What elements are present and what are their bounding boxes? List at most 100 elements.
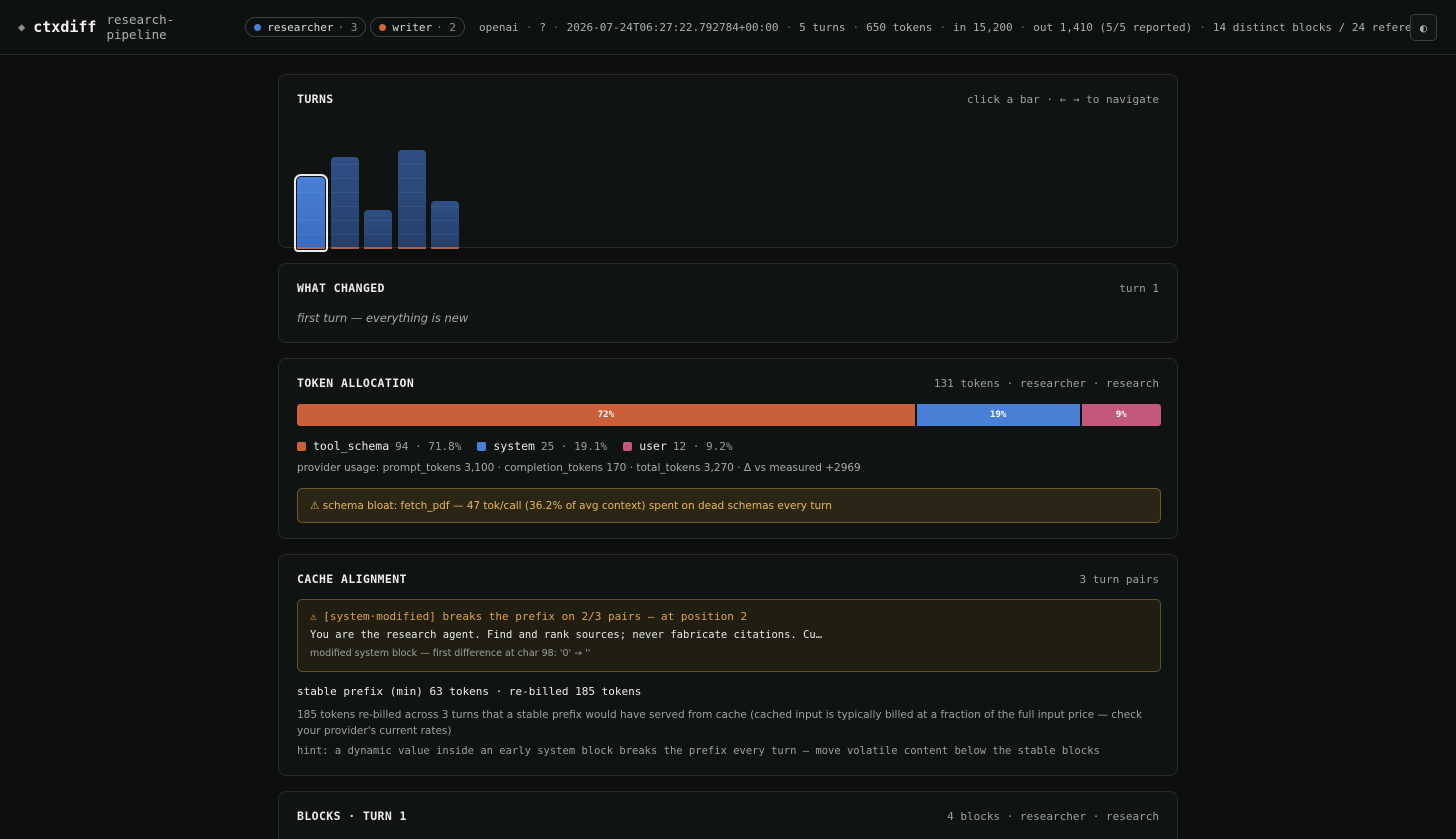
run-meta: openai · ? · 2026-07-24T06:27:22.792784+00…	[479, 20, 1438, 34]
app-name: ctxdiff	[33, 18, 97, 36]
provider: openai	[479, 20, 519, 34]
legend-name: system	[493, 439, 535, 453]
turn-bar-2[interactable]	[330, 157, 359, 249]
bar-segment-line	[397, 178, 426, 179]
bar-segment-line	[397, 164, 426, 165]
turns-bar-chart	[294, 129, 497, 252]
bar-segment-line	[397, 220, 426, 221]
blocks-panel: BLOCKS · TURN 1 4 blocks · researcher · …	[278, 791, 1178, 839]
agent-count: · 2	[436, 20, 456, 34]
bar-segment-line	[297, 192, 325, 193]
project-name: research-pipeline	[106, 12, 175, 42]
color-swatch	[477, 441, 487, 451]
warning-title: ⚠ [system·modified] breaks the prefix on…	[310, 610, 748, 623]
segment-label: 19%	[990, 410, 1007, 420]
token-allocation-panel: TOKEN ALLOCATION 131 tokens · researcher…	[278, 358, 1178, 539]
timestamp: 2026-07-24T06:27:22.792784+00:00	[566, 20, 779, 34]
block-stats: 14 distinct blocks / 24 references	[1212, 20, 1438, 34]
bar-segment-line	[364, 234, 392, 235]
legend-name: user	[639, 439, 667, 453]
turn-bar-5[interactable]	[431, 201, 459, 249]
bar-base-stripe	[364, 247, 392, 249]
bar-segment-line	[364, 220, 392, 221]
bar-base-stripe	[330, 247, 359, 249]
bar-segment-line	[397, 192, 426, 193]
legend-stats: 12 · 9.2%	[672, 439, 733, 453]
bar-segment-line	[330, 220, 359, 221]
panel-title: BLOCKS · TURN 1	[297, 809, 407, 823]
block-preview: You are the research agent. Find and ran…	[310, 629, 823, 641]
legend-item-system: system 25 · 19.1%	[477, 439, 607, 453]
warning-text: ⚠ schema bloat: fetch_pdf — 47 tok/call …	[310, 499, 832, 512]
cache-hint: hint: a dynamic value inside an early sy…	[297, 745, 1100, 757]
turn-bar-1[interactable]	[294, 174, 328, 252]
agent-name: writer	[392, 20, 433, 34]
bar-segment-line	[297, 206, 325, 207]
bar-segment-line	[297, 234, 325, 235]
stable-prefix-stat: stable prefix (min) 63 tokens · re-bille…	[297, 685, 642, 698]
agent-dot-icon	[379, 23, 387, 31]
segment-tool-schema[interactable]: 72%	[297, 404, 917, 426]
legend-item-tool-schema: tool_schema 94 · 71.8%	[297, 439, 461, 453]
input-tokens: in 15,200	[953, 20, 1013, 34]
segment-label: 9%	[1115, 410, 1127, 420]
output-tokens: out 1,410 (5/5 reported)	[1033, 20, 1193, 34]
prefix-break-warning: ⚠ [system·modified] breaks the prefix on…	[297, 599, 1161, 672]
turns-panel: TURNS click a bar · ← → to navigate	[278, 74, 1178, 252]
agent-name: researcher	[267, 20, 334, 34]
cache-alignment-panel: CACHE ALIGNMENT 3 turn pairs ⚠ [system·m…	[278, 554, 1178, 776]
segment-user[interactable]: 9%	[1081, 404, 1161, 426]
color-swatch	[297, 441, 306, 451]
agent-dot-icon	[254, 23, 262, 31]
what-changed-panel: WHAT CHANGED turn 1 first turn — everyth…	[278, 263, 1178, 343]
diamond-logo-icon: ◆	[18, 20, 26, 34]
turn-label: turn 1	[1119, 282, 1159, 295]
half-circle-icon: ◐	[1419, 20, 1428, 35]
agent-pill-researcher[interactable]: researcher · 3	[245, 17, 367, 37]
theme-toggle-button[interactable]: ◐	[1410, 14, 1437, 41]
turns-hint: click a bar · ← → to navigate	[966, 93, 1159, 106]
bar-segment-line	[330, 192, 359, 193]
agent-pill-writer[interactable]: writer · 2	[370, 17, 465, 37]
agent-count: · 3	[337, 20, 358, 34]
top-bar: ◆ ctxdiff research-pipeline researcher ·…	[0, 0, 1456, 55]
bar-segment-line	[431, 234, 459, 235]
legend-stats: 94 · 71.8%	[395, 439, 462, 453]
blocks-summary: 4 blocks · researcher · research	[947, 810, 1159, 823]
schema-bloat-warning: ⚠ schema bloat: fetch_pdf — 47 tok/call …	[297, 488, 1161, 523]
turn-bar-4[interactable]	[397, 150, 426, 249]
turn-pairs: 3 turn pairs	[1079, 573, 1159, 586]
bar-segment-line	[431, 220, 459, 221]
legend-item-user: user 12 · 9.2%	[623, 439, 733, 453]
bar-segment-line	[397, 206, 426, 207]
allocation-summary: 131 tokens · researcher · research	[933, 377, 1159, 390]
bar-segment-line	[330, 206, 359, 207]
legend-name: tool_schema	[313, 439, 390, 453]
turn-count: 5 turns	[799, 20, 846, 34]
bar-segment-line	[431, 206, 459, 207]
bar-base-stripe	[297, 247, 325, 249]
token-count: 650 tokens	[866, 20, 933, 34]
bar-segment-line	[297, 220, 325, 221]
color-swatch	[623, 441, 633, 451]
change-note: first turn — everything is new	[297, 311, 469, 325]
allocation-bar: 72% 19% 9%	[297, 404, 1161, 426]
bar-segment-line	[397, 234, 426, 235]
bar-base-stripe	[397, 247, 426, 249]
panel-title: TURNS	[297, 92, 334, 106]
difference-detail: modified system block — first difference…	[310, 648, 591, 659]
segment-label: 72%	[597, 410, 614, 420]
legend-stats: 25 · 19.1%	[540, 439, 608, 453]
panel-title: TOKEN ALLOCATION	[297, 376, 415, 390]
panel-title: CACHE ALIGNMENT	[297, 572, 407, 586]
bar-segment-line	[330, 234, 359, 235]
bar-base-stripe	[431, 247, 459, 249]
allocation-legend: tool_schema 94 · 71.8% system 25 · 19.1%…	[297, 439, 749, 453]
bar-segment-line	[330, 178, 359, 179]
turn-bar-3[interactable]	[364, 210, 392, 249]
model: ?	[539, 20, 546, 34]
segment-system[interactable]: 19%	[916, 404, 1082, 426]
rebill-explanation: 185 tokens re-billed across 3 turns that…	[297, 709, 1143, 737]
panel-title: WHAT CHANGED	[297, 281, 385, 295]
bar-segment-line	[330, 164, 359, 165]
